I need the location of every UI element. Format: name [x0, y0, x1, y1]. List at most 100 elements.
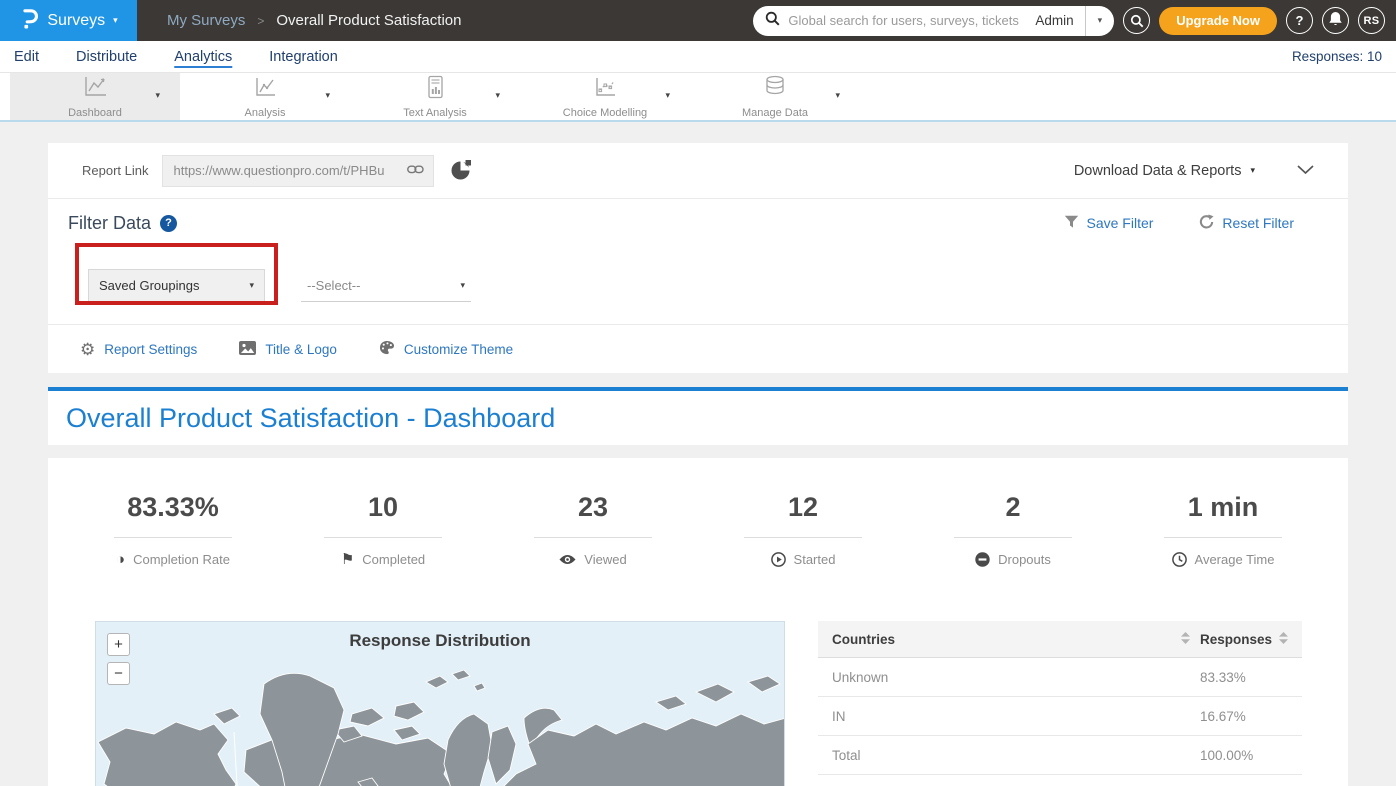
- zoom-in-button[interactable]: +: [107, 633, 130, 656]
- table-row: IN 16.67%: [818, 697, 1302, 736]
- report-link-label: Report Link: [82, 163, 148, 178]
- user-avatar[interactable]: RS: [1358, 7, 1385, 34]
- search-icon: [765, 11, 780, 31]
- choice-modelling-icon: [592, 75, 618, 104]
- caret-down-icon: ▾: [1250, 165, 1255, 176]
- text-analysis-icon: [422, 75, 448, 104]
- countries-header-label: Countries: [832, 632, 895, 647]
- filter-help-icon[interactable]: ?: [160, 215, 177, 232]
- live-report-button[interactable]: [450, 158, 473, 184]
- stat-divider: [114, 537, 232, 538]
- title-logo-link[interactable]: Title & Logo: [239, 341, 337, 358]
- tab-analytics[interactable]: Analytics: [174, 49, 232, 65]
- questionpro-logo-icon: [19, 7, 39, 35]
- collapse-panel-button[interactable]: [1297, 163, 1314, 178]
- filter-selects-row: Saved Groupings ▾ --Select-- ▾: [48, 247, 1348, 325]
- notifications-button[interactable]: [1322, 7, 1349, 34]
- map-title: Response Distribution: [96, 631, 784, 651]
- country-cell: Total: [832, 748, 1190, 763]
- stat-started: 12 Started: [698, 492, 908, 567]
- database-icon: [762, 75, 788, 104]
- flag-icon: ⚑: [341, 552, 354, 567]
- dashboard-stats-card: 83.33% ◑Completion Rate 10 ⚑Completed 23…: [48, 458, 1348, 786]
- country-cell: IN: [832, 709, 1190, 724]
- stat-label-text: Completed: [362, 552, 425, 567]
- stat-average-time: 1 min Average Time: [1118, 492, 1328, 567]
- report-settings-label: Report Settings: [104, 342, 197, 357]
- toolbar-label: Analysis: [245, 107, 286, 119]
- table-row: Total 100.00%: [818, 736, 1302, 775]
- search-button[interactable]: [1123, 7, 1150, 34]
- column-header-countries[interactable]: Countries: [832, 632, 1190, 647]
- search-scope-value[interactable]: Admin: [1024, 13, 1084, 28]
- column-header-responses[interactable]: Responses: [1200, 632, 1288, 647]
- global-search: Admin ▾: [753, 6, 1114, 36]
- upgrade-now-button[interactable]: Upgrade Now: [1159, 7, 1277, 35]
- stat-label-text: Viewed: [584, 552, 626, 567]
- report-settings-link[interactable]: ⚙ Report Settings: [80, 341, 197, 358]
- save-filter-label: Save Filter: [1087, 215, 1154, 231]
- saved-groupings-value: Saved Groupings: [99, 278, 199, 293]
- responses-cell: 83.33%: [1200, 670, 1288, 685]
- toolbar-item-analysis[interactable]: Analysis ▾: [180, 73, 350, 120]
- embed-report-icon: [450, 169, 473, 184]
- stat-label-text: Dropouts: [998, 552, 1051, 567]
- chevron-down-icon[interactable]: ▾: [835, 90, 840, 101]
- dashboard-title-block: Overall Product Satisfaction - Dashboard: [48, 387, 1348, 445]
- saved-groupings-select[interactable]: Saved Groupings ▾: [88, 269, 265, 302]
- product-switcher[interactable]: Surveys ▾: [0, 0, 137, 41]
- tab-integration[interactable]: Integration: [269, 49, 338, 65]
- search-input[interactable]: [786, 12, 1024, 29]
- toolbar-label: Text Analysis: [403, 107, 467, 119]
- half-circle-icon: ◑: [116, 552, 125, 567]
- stat-dropouts: 2 Dropouts: [908, 492, 1118, 567]
- customize-theme-link[interactable]: Customize Theme: [379, 340, 513, 358]
- toolbar-item-text-analysis[interactable]: Text Analysis ▾: [350, 73, 520, 120]
- analytics-toolbar: Dashboard ▾ Analysis ▾ Text Analysis ▾ C…: [0, 73, 1396, 122]
- stat-viewed: 23 Viewed: [488, 492, 698, 567]
- stat-value: 12: [788, 492, 818, 522]
- gear-icon: ⚙: [80, 341, 95, 358]
- chevron-down-icon[interactable]: ▾: [665, 90, 670, 101]
- top-bar: Surveys ▾ My Surveys > Overall Product S…: [0, 0, 1396, 41]
- stat-divider: [744, 537, 862, 538]
- toolbar-item-choice-modelling[interactable]: Choice Modelling ▾: [520, 73, 690, 120]
- tab-edit[interactable]: Edit: [14, 49, 39, 65]
- filter-criteria-select[interactable]: --Select-- ▾: [301, 269, 471, 302]
- reset-filter-button[interactable]: Reset Filter: [1199, 214, 1294, 232]
- eye-icon: [559, 554, 576, 565]
- page-title: Overall Product Satisfaction - Dashboard: [66, 403, 555, 434]
- palette-icon: [379, 340, 395, 358]
- countries-table: Countries Responses Unknown 83.33% IN: [818, 621, 1302, 786]
- chevron-down-icon: ▾: [113, 15, 118, 26]
- reset-filter-label: Reset Filter: [1222, 215, 1294, 231]
- country-cell: Unknown: [832, 670, 1190, 685]
- chevron-down-icon[interactable]: ▾: [495, 90, 500, 101]
- scope-caret-icon[interactable]: ▾: [1086, 15, 1115, 26]
- save-filter-button[interactable]: Save Filter: [1064, 214, 1154, 232]
- help-button[interactable]: ?: [1286, 7, 1313, 34]
- dashboard-chart-icon: [82, 75, 108, 104]
- caret-down-icon: ▾: [460, 280, 465, 291]
- product-name: Surveys: [47, 12, 105, 30]
- toolbar-item-manage-data[interactable]: Manage Data ▾: [690, 73, 860, 120]
- stat-value: 1 min: [1188, 492, 1259, 522]
- download-data-reports-menu[interactable]: Download Data & Reports ▾: [1074, 163, 1255, 179]
- toolbar-label: Manage Data: [742, 107, 808, 119]
- breadcrumb-my-surveys[interactable]: My Surveys: [167, 12, 245, 29]
- tab-distribute[interactable]: Distribute: [76, 49, 137, 65]
- minus-circle-icon: [975, 552, 990, 567]
- funnel-icon: [1064, 215, 1079, 232]
- toolbar-item-dashboard[interactable]: Dashboard ▾: [10, 73, 180, 120]
- stat-divider: [534, 537, 652, 538]
- chevron-down-icon[interactable]: ▾: [325, 90, 330, 101]
- topbar-actions: Admin ▾ Upgrade Now ? RS: [753, 6, 1396, 36]
- chevron-down-icon[interactable]: ▾: [155, 90, 160, 101]
- report-link-input[interactable]: https://www.questionpro.com/t/PHBu: [162, 155, 434, 187]
- filter-header-row: Filter Data ? Save Filter Reset Filter: [48, 199, 1348, 247]
- link-icon: [407, 162, 424, 180]
- responses-header-label: Responses: [1200, 632, 1272, 647]
- stat-completed: 10 ⚑Completed: [278, 492, 488, 567]
- customize-theme-label: Customize Theme: [404, 342, 513, 357]
- zoom-out-button[interactable]: −: [107, 662, 130, 685]
